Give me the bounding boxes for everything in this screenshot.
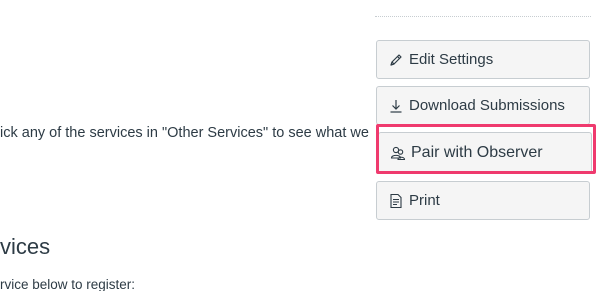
observer-pair-icon	[389, 144, 407, 162]
edit-settings-label: Edit Settings	[409, 51, 494, 68]
edit-settings-button[interactable]: Edit Settings	[376, 40, 590, 79]
print-label: Print	[409, 192, 440, 209]
services-instructions-text: ick any of the services in "Other Servic…	[0, 125, 369, 141]
download-submissions-label: Download Submissions	[409, 97, 565, 114]
pair-with-observer-label: Pair with Observer	[411, 144, 543, 161]
register-instructions-text: rvice below to register:	[0, 277, 136, 291]
pencil-icon	[387, 51, 405, 69]
page: ick any of the services in "Other Servic…	[0, 0, 605, 291]
sidebar-actions: Edit Settings Download Submissions Pair …	[376, 40, 592, 227]
sidebar-divider	[375, 16, 591, 17]
download-icon	[387, 97, 405, 115]
print-button[interactable]: Print	[376, 181, 590, 220]
services-heading: vices	[0, 234, 51, 259]
download-submissions-button[interactable]: Download Submissions	[376, 86, 590, 125]
document-icon	[387, 192, 405, 210]
pair-with-observer-button[interactable]: Pair with Observer	[378, 132, 592, 174]
